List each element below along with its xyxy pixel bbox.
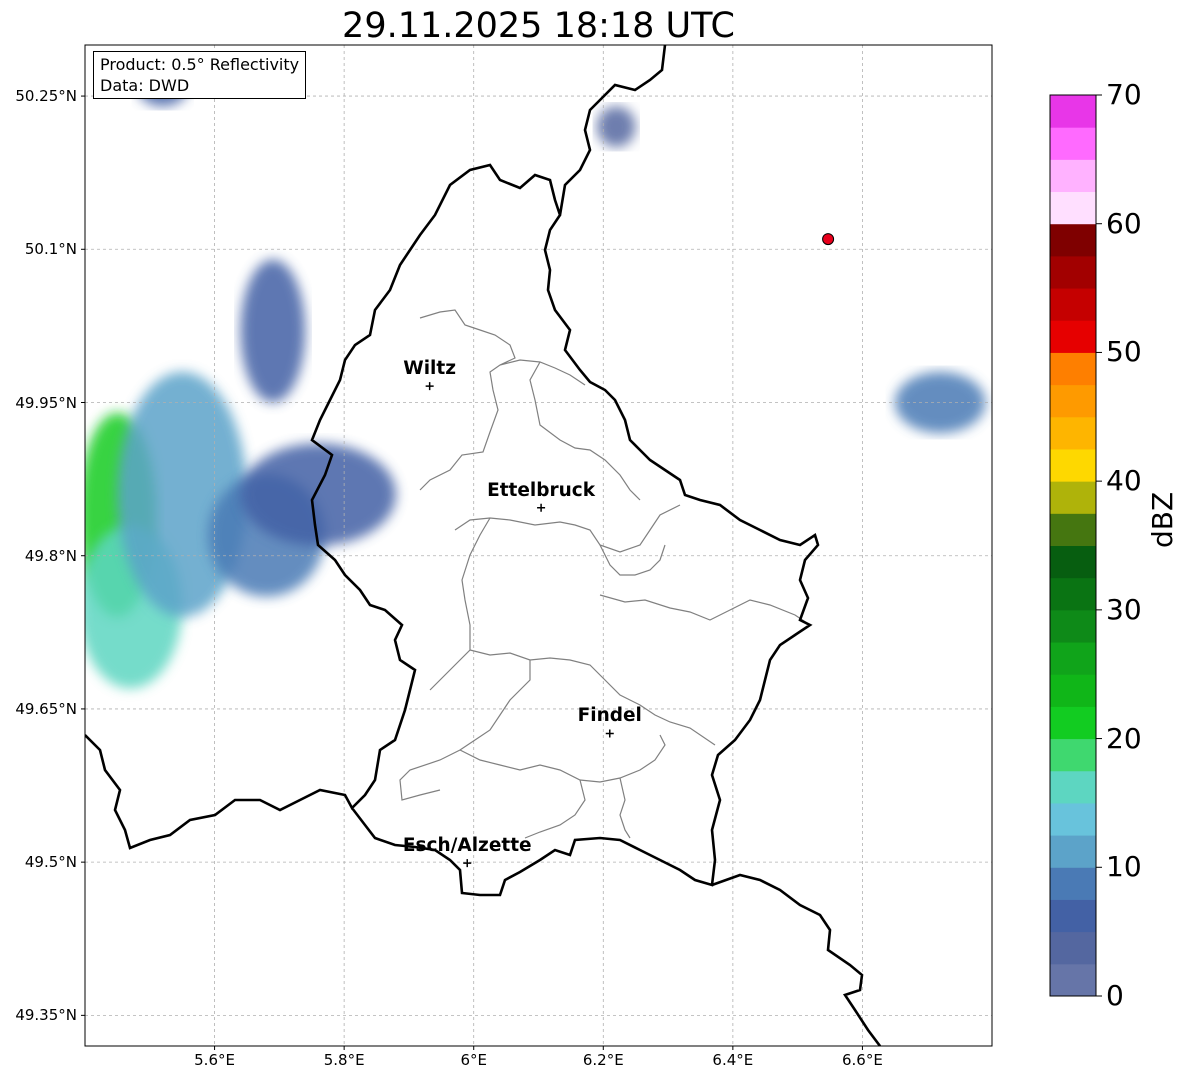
lon-tick-label: 5.8°E <box>323 1051 365 1069</box>
colorbar-segment <box>1050 127 1096 160</box>
colorbar-segment <box>1050 963 1096 997</box>
colorbar-segment <box>1050 223 1096 257</box>
city-label: Esch/Alzette <box>402 835 532 857</box>
colorbar-segment <box>1050 674 1096 707</box>
colorbar-segment <box>1050 609 1096 643</box>
colorbar-tick-label: 60 <box>1106 206 1142 240</box>
precip-cell <box>240 443 396 546</box>
colorbar-segment <box>1050 255 1096 289</box>
radar-map <box>81 44 1102 1050</box>
lon-tick-label: 6°E <box>460 1051 487 1069</box>
map-title: 29.11.2025 18:18 UTC <box>342 6 735 46</box>
lon-tick-label: 6.6°E <box>842 1051 883 1069</box>
colorbar-segment <box>1050 320 1096 353</box>
colorbar-segment <box>1050 288 1096 321</box>
colorbar-segment <box>1050 513 1096 546</box>
lat-tick-label: 49.35°N <box>15 1006 77 1025</box>
colorbar-segment <box>1050 384 1096 418</box>
lat-tick-label: 49.5°N <box>24 853 77 872</box>
data-source-line: Data: DWD <box>100 76 190 95</box>
colorbar-segment <box>1050 577 1096 611</box>
lat-tick-label: 49.65°N <box>15 699 77 718</box>
lat-tick-label: 50.1°N <box>24 240 77 259</box>
colorbar-segment <box>1050 899 1096 933</box>
city-label: Wiltz <box>403 358 457 380</box>
colorbar-tick-label: 0 <box>1106 979 1124 1012</box>
colorbar-tick-label: 30 <box>1106 592 1142 626</box>
colorbar-segment <box>1050 931 1096 965</box>
colorbar-tick-label: 50 <box>1106 335 1142 369</box>
colorbar-segment <box>1050 95 1096 128</box>
colorbar-segment <box>1050 867 1096 900</box>
lon-tick-label: 5.6°E <box>194 1051 235 1069</box>
colorbar-segment <box>1050 191 1096 225</box>
colorbar-tick-label: 70 <box>1106 78 1142 111</box>
lon-tick-label: 6.4°E <box>712 1051 754 1069</box>
colorbar-segment <box>1050 448 1096 482</box>
precip-cell <box>596 106 636 148</box>
colorbar-segment <box>1050 738 1096 772</box>
colorbar-tick-label: 20 <box>1106 721 1142 755</box>
lat-tick-label: 49.95°N <box>15 393 77 412</box>
colorbar-tick-label: 10 <box>1106 850 1142 884</box>
city-label: Findel <box>577 705 642 727</box>
colorbar-segment <box>1050 352 1096 386</box>
colorbar <box>1049 94 1102 997</box>
product-line: Product: 0.5° Reflectivity <box>100 55 300 74</box>
colorbar-segment <box>1050 770 1096 804</box>
colorbar-label: dBZ <box>1146 491 1179 548</box>
colorbar-segment <box>1050 416 1096 450</box>
colorbar-tick-label: 40 <box>1106 464 1142 498</box>
radar-site-marker <box>822 233 835 246</box>
colorbar-segment <box>1050 835 1096 868</box>
lat-tick-label: 50.25°N <box>15 87 77 106</box>
lat-tick-label: 49.8°N <box>24 546 77 565</box>
city-label: Ettelbruck <box>487 479 596 501</box>
colorbar-segment <box>1050 642 1096 675</box>
lon-tick-label: 6.2°E <box>582 1051 624 1069</box>
colorbar-segment <box>1050 545 1096 579</box>
colorbar-segment <box>1050 159 1096 193</box>
colorbar-segment <box>1050 481 1096 514</box>
colorbar-segment <box>1050 706 1096 740</box>
product-info-box: Product: 0.5° Reflectivity Data: DWD <box>93 51 307 99</box>
precip-cell <box>240 259 306 403</box>
colorbar-segment <box>1050 802 1096 836</box>
